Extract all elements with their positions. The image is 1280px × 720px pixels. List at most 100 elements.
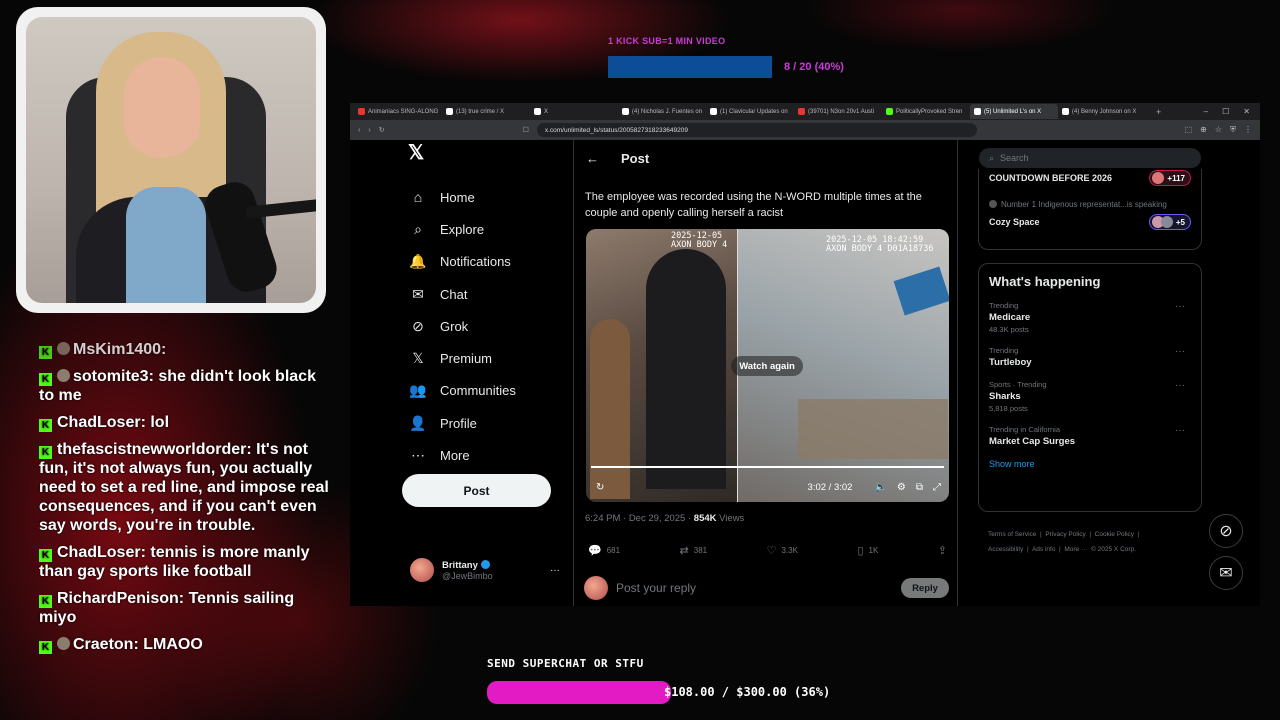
- shield-icon[interactable]: ⛨: [1230, 125, 1236, 135]
- chat-username: RichardPenison:: [57, 590, 185, 607]
- nav-item-grok[interactable]: ⊘ Grok: [402, 310, 562, 342]
- more-icon[interactable]: ···: [1175, 380, 1185, 391]
- trend-category: Trending: [989, 346, 1019, 355]
- space-item[interactable]: Cozy Space +5: [989, 213, 1191, 231]
- trend-item[interactable]: Trending in California Market Cap Surges ·…: [989, 425, 1191, 447]
- window-controls: – ☐ ✕: [1204, 107, 1260, 116]
- grok-icon[interactable]: ⊘: [1209, 514, 1243, 548]
- space-item[interactable]: COUNTDOWN BEFORE 2026 +117: [989, 169, 1191, 187]
- replay-icon[interactable]: ↻: [596, 482, 604, 493]
- reload-icon[interactable]: ↻: [379, 126, 385, 134]
- nav-item-chat[interactable]: ✉ Chat: [402, 278, 562, 310]
- footer-links[interactable]: Terms of Service | Privacy Policy | Cook…: [988, 527, 1208, 557]
- browser-tools: ⬚ ⊕ ☆ ⛨ ⋮: [1185, 125, 1252, 135]
- zoom-icon[interactable]: ⊕: [1200, 125, 1207, 135]
- account-switcher[interactable]: Brittany @JewBimbo ···: [410, 558, 560, 582]
- star-icon[interactable]: ☆: [1215, 125, 1222, 135]
- back-icon[interactable]: ‹: [358, 127, 360, 134]
- menu-icon[interactable]: ⋮: [1244, 125, 1252, 135]
- tab-title: X: [544, 108, 549, 115]
- repost-action[interactable]: ⇄ 381: [680, 544, 708, 557]
- nav-item-home[interactable]: ⌂ Home: [402, 181, 562, 213]
- close-icon[interactable]: ✕: [1243, 107, 1250, 116]
- browser-tab[interactable]: X: [530, 104, 618, 119]
- trend-item[interactable]: Trending Medicare 48.3K posts ···: [989, 301, 1191, 334]
- chat-username: ChadLoser:: [57, 414, 146, 431]
- more-icon[interactable]: ···: [1175, 346, 1185, 357]
- video-controls: ↻ 3:02 / 3:02 🔈 ⚙ ⧉ ⤢: [586, 472, 949, 502]
- browser-tab[interactable]: (13) true crime / X: [442, 104, 530, 119]
- pip-icon[interactable]: ⧉: [916, 482, 923, 493]
- tab-favicon-icon: [622, 108, 629, 115]
- reply-button[interactable]: Reply: [901, 578, 949, 598]
- url-field[interactable]: x.com/unlimited_ls/status/20058273182336…: [536, 123, 977, 137]
- post-column: ← Post The employee was recorded using t…: [573, 140, 958, 606]
- more-icon[interactable]: ···: [1175, 425, 1185, 436]
- share-icon: ⇪: [937, 545, 947, 557]
- video-player[interactable]: 2025-12-05 AXON BODY 4 2025-12-05 18:42:…: [586, 229, 949, 502]
- browser-tab[interactable]: PoliticallyProvoked Stren: [882, 104, 970, 119]
- tab-title: PoliticallyProvoked Stren: [896, 108, 963, 115]
- fullscreen-icon[interactable]: ⤢: [933, 482, 941, 493]
- nav-label: Home: [440, 189, 475, 205]
- browser-tab[interactable]: (1) Clavicular Updates on: [706, 104, 794, 119]
- nav-label: Chat: [440, 286, 468, 302]
- account-name: Brittany: [442, 559, 493, 571]
- browser-tab[interactable]: Animaniacs SING-ALONG: [354, 104, 442, 119]
- more-icon[interactable]: ···: [1175, 301, 1185, 312]
- nav-label: Premium: [440, 351, 493, 367]
- page-title: Post: [621, 150, 650, 166]
- kick-icon: K: [39, 346, 52, 359]
- tab-favicon-icon: [534, 108, 541, 115]
- avatar: [410, 558, 434, 582]
- nav-item-premium[interactable]: 𝕏 Premium: [402, 342, 562, 374]
- like-action[interactable]: ♡ 3.3K: [767, 544, 798, 557]
- video-progress-bar[interactable]: [591, 466, 944, 468]
- kick-icon: K: [39, 446, 52, 459]
- nav-item-profile[interactable]: 👤 Profile: [402, 407, 562, 439]
- browser-tab[interactable]: (39701) N3on 20v1 Austi: [794, 104, 882, 119]
- browser-tab[interactable]: (4) Benny Johnson on X: [1058, 104, 1146, 119]
- forward-icon[interactable]: ›: [368, 127, 370, 134]
- post-header: ← Post: [574, 140, 957, 176]
- bookmark-page-icon[interactable]: ☐: [523, 126, 529, 134]
- messages-icon[interactable]: ✉: [1209, 556, 1243, 590]
- bodycam-timestamp-left: 2025-12-05 AXON BODY 4: [671, 231, 728, 250]
- nav-item-more[interactable]: ⋯ More: [402, 439, 562, 471]
- maximize-icon[interactable]: ☐: [1222, 107, 1229, 116]
- trend-post-count: 5,818 posts: [989, 404, 1028, 413]
- explore-icon: ⌕: [414, 220, 422, 237]
- more-icon[interactable]: ···: [550, 565, 560, 576]
- trend-name: Market Cap Surges: [989, 436, 1076, 447]
- reply-action[interactable]: 💬 681: [588, 544, 620, 557]
- browser-tab[interactable]: (5) Unlimited L's on X: [970, 104, 1058, 119]
- nav-item-notifications[interactable]: 🔔 Notifications: [402, 246, 562, 278]
- nav-item-communities[interactable]: 👥 Communities: [402, 375, 562, 407]
- tab-title: (39701) N3on 20v1 Austi: [808, 108, 875, 115]
- trend-item[interactable]: Trending Turtleboy ···: [989, 346, 1191, 368]
- watch-again-button[interactable]: Watch again: [731, 356, 803, 376]
- x-logo-icon[interactable]: 𝕏: [408, 140, 562, 165]
- show-more-link[interactable]: Show more: [989, 459, 1191, 469]
- nav-item-explore[interactable]: ⌕ Explore: [402, 213, 562, 245]
- chat-message: K RichardPenison: Tennis sailing miyo: [39, 589, 329, 627]
- back-arrow-icon[interactable]: ←: [586, 151, 599, 166]
- reply-input[interactable]: Post your reply: [616, 581, 696, 595]
- address-toolbar: ‹ › ↻ ☐ x.com/unlimited_ls/status/200582…: [350, 120, 1260, 140]
- sub-goal-progress-bar: [608, 56, 772, 78]
- browser-tab[interactable]: (4) Nicholas J. Fuentes on: [618, 104, 706, 119]
- trend-item[interactable]: Sports · Trending Sharks 5,818 posts ···: [989, 380, 1191, 413]
- post-button[interactable]: Post: [402, 474, 551, 507]
- new-tab-icon[interactable]: +: [1156, 107, 1161, 117]
- settings-icon[interactable]: ⚙: [897, 482, 906, 493]
- webcam-frame: [16, 7, 326, 313]
- minimize-icon[interactable]: –: [1204, 107, 1208, 116]
- share-action[interactable]: ⇪: [938, 544, 947, 557]
- bookmark-action[interactable]: ▯ 1K: [857, 544, 878, 557]
- stream-chat: K MsKim1400: Ksotomite3: she didn't look b…: [39, 341, 329, 662]
- extension-icon[interactable]: ⬚: [1185, 125, 1193, 135]
- tab-title: (4) Benny Johnson on X: [1072, 108, 1137, 115]
- trend-category: Trending in California: [989, 425, 1061, 434]
- search-input[interactable]: ⌕ Search: [979, 148, 1201, 168]
- volume-icon[interactable]: 🔈: [874, 482, 886, 493]
